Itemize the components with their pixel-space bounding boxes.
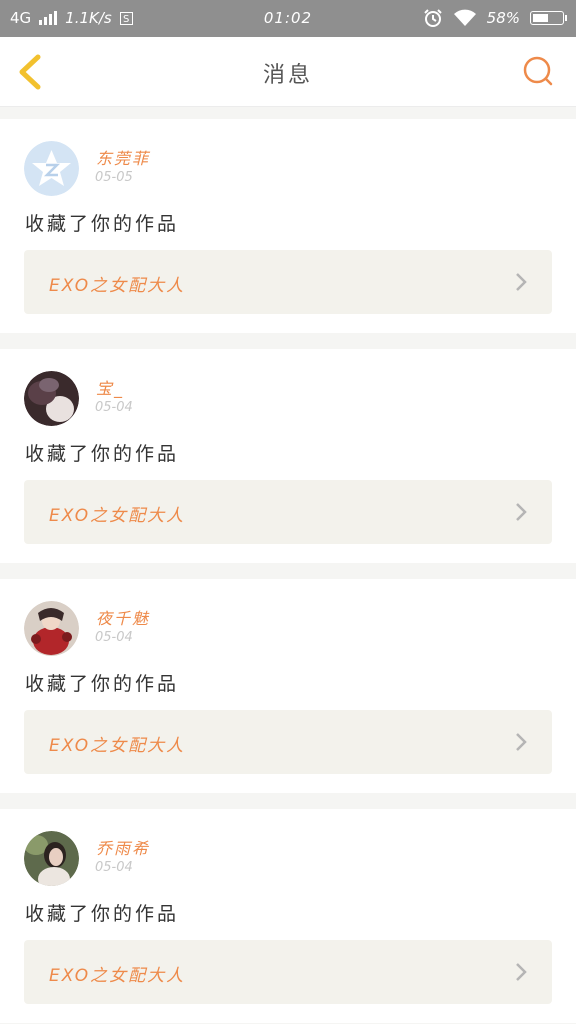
chevron-right-icon: [516, 273, 527, 291]
work-title: EXO之女配大人: [49, 966, 186, 986]
work-title: EXO之女配大人: [49, 506, 186, 526]
message-date: 05-04: [95, 400, 133, 415]
wifi-icon: [453, 9, 476, 26]
message-card: 东莞菲 05-05 收藏了你的作品 EXO之女配大人: [0, 119, 576, 333]
message-card: 夜千魅 05-04 收藏了你的作品 EXO之女配大人: [0, 579, 576, 793]
search-icon[interactable]: [522, 55, 554, 87]
red-illustration-avatar-icon: [24, 601, 79, 656]
work-link[interactable]: EXO之女配大人: [24, 250, 552, 314]
dark-portrait-avatar-icon: [24, 371, 79, 426]
avatar[interactable]: [24, 831, 79, 886]
header: 消息: [0, 37, 576, 107]
message-date: 05-04: [95, 860, 133, 875]
status-bar: 4G 1.1K/s S 01:02 58%: [0, 0, 576, 37]
work-title: EXO之女配大人: [49, 276, 186, 296]
qzone-star-avatar-icon: [24, 141, 79, 196]
message-action: 收藏了你的作品: [25, 903, 180, 925]
message-action: 收藏了你的作品: [25, 213, 180, 235]
avatar[interactable]: [24, 141, 79, 196]
chevron-right-icon: [516, 733, 527, 751]
message-date: 05-04: [95, 630, 133, 645]
user-name[interactable]: 东莞菲: [96, 145, 150, 169]
girl-photo-avatar-icon: [24, 831, 79, 886]
message-card: 乔雨希 05-04 收藏了你的作品 EXO之女配大人: [0, 809, 576, 1023]
message-action: 收藏了你的作品: [25, 443, 180, 465]
status-right: 58%: [423, 8, 567, 28]
avatar[interactable]: [24, 601, 79, 656]
battery-percent: 58%: [486, 9, 520, 27]
user-name[interactable]: 宝_: [96, 375, 124, 399]
work-link[interactable]: EXO之女配大人: [24, 940, 552, 1004]
alarm-icon: [423, 9, 442, 27]
message-date: 05-05: [95, 170, 133, 185]
chevron-right-icon: [516, 963, 527, 981]
user-name[interactable]: 乔雨希: [96, 835, 150, 859]
message-card: 宝_ 05-04 收藏了你的作品 EXO之女配大人: [0, 349, 576, 563]
battery-fill: [533, 14, 549, 22]
avatar[interactable]: [24, 371, 79, 426]
work-link[interactable]: EXO之女配大人: [24, 710, 552, 774]
message-list: 东莞菲 05-05 收藏了你的作品 EXO之女配大人 宝_ 05-04 收藏了你…: [0, 107, 576, 1023]
battery-icon: [530, 11, 567, 25]
work-link[interactable]: EXO之女配大人: [24, 480, 552, 544]
page-title: 消息: [262, 63, 313, 88]
message-action: 收藏了你的作品: [25, 673, 180, 695]
user-name[interactable]: 夜千魅: [96, 605, 150, 629]
work-title: EXO之女配大人: [49, 736, 186, 756]
chevron-right-icon: [516, 503, 527, 521]
